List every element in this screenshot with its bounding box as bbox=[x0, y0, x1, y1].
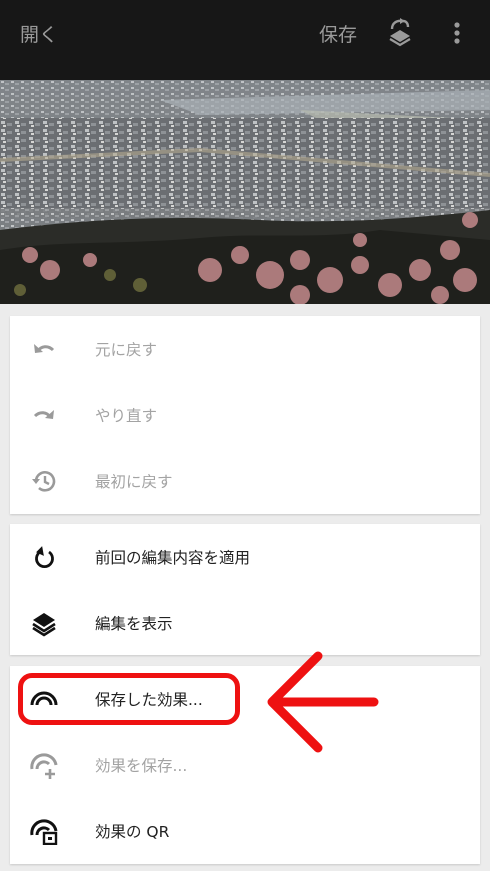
history-card: 元に戻す やり直す 最初に戻す bbox=[10, 316, 480, 514]
look-qr-menu-item[interactable]: 効果の QR bbox=[10, 798, 480, 864]
view-edits-menu-item[interactable]: 編集を表示 bbox=[10, 590, 480, 656]
layers-swap-icon[interactable] bbox=[386, 18, 414, 48]
undo-menu-item[interactable]: 元に戻す bbox=[10, 316, 480, 382]
revert-label: 最初に戻す bbox=[95, 473, 173, 491]
layers-icon bbox=[30, 609, 58, 637]
apply-previous-edits-menu-item[interactable]: 前回の編集内容を適用 bbox=[10, 524, 480, 590]
qr-look-icon bbox=[30, 817, 58, 846]
save-look-menu-item[interactable]: 効果を保存... bbox=[10, 732, 480, 798]
highlight-box bbox=[18, 673, 240, 725]
save-look-label: 効果を保存... bbox=[95, 757, 188, 775]
view-edits-label: 編集を表示 bbox=[95, 615, 173, 633]
redo-icon bbox=[30, 401, 58, 429]
open-button[interactable]: 開く bbox=[20, 20, 58, 47]
left-arrow-icon bbox=[262, 650, 380, 754]
photo-preview bbox=[0, 80, 490, 304]
look-qr-label: 効果の QR bbox=[95, 823, 170, 841]
undo-icon bbox=[30, 335, 58, 363]
revert-menu-item[interactable]: 最初に戻す bbox=[10, 448, 480, 514]
edits-card: 前回の編集内容を適用 編集を表示 bbox=[10, 524, 480, 655]
apply-previous-label: 前回の編集内容を適用 bbox=[95, 549, 251, 567]
history-icon bbox=[30, 467, 58, 495]
save-look-icon bbox=[30, 751, 58, 779]
save-button[interactable]: 保存 bbox=[319, 20, 357, 47]
top-app-bar: 開く 保存 bbox=[0, 0, 490, 80]
redo-label: やり直す bbox=[95, 407, 158, 425]
apply-previous-icon bbox=[30, 543, 58, 571]
redo-menu-item[interactable]: やり直す bbox=[10, 382, 480, 448]
more-vertical-icon[interactable] bbox=[447, 20, 467, 46]
undo-label: 元に戻す bbox=[95, 341, 158, 359]
